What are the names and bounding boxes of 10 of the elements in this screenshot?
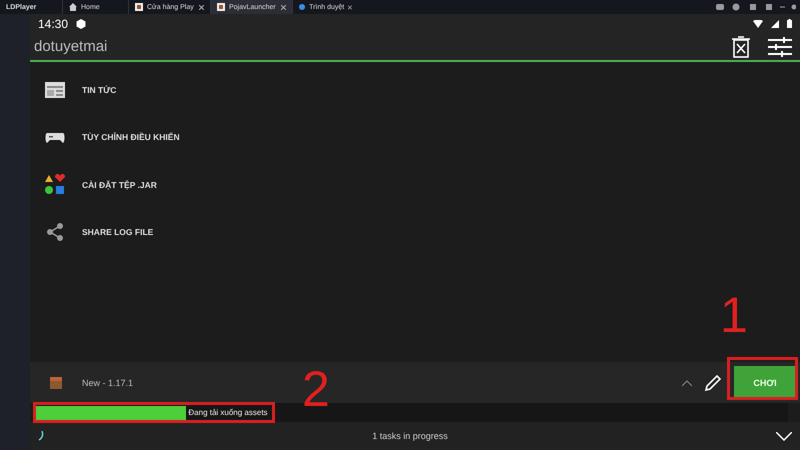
menu-item[interactable]: TIN TỨC (82, 84, 116, 95)
username: dotuyetmai (34, 38, 108, 55)
clock-time: 14:30 (38, 16, 68, 30)
annotation-number: 1 (720, 290, 748, 340)
tasks-status: 1 tasks in progress (371, 431, 449, 441)
menu-item[interactable]: CÀI ĐẶT TỆP .JAR (82, 180, 157, 190)
menu-item[interactable]: TÙY CHỈNH ĐIỀU KHIỂN (82, 132, 180, 142)
annotation-number: 2 (302, 364, 330, 414)
menu-item[interactable]: SHARE LOG FILE (82, 227, 154, 238)
progress-label: Đang tải xuống assets (187, 408, 268, 417)
